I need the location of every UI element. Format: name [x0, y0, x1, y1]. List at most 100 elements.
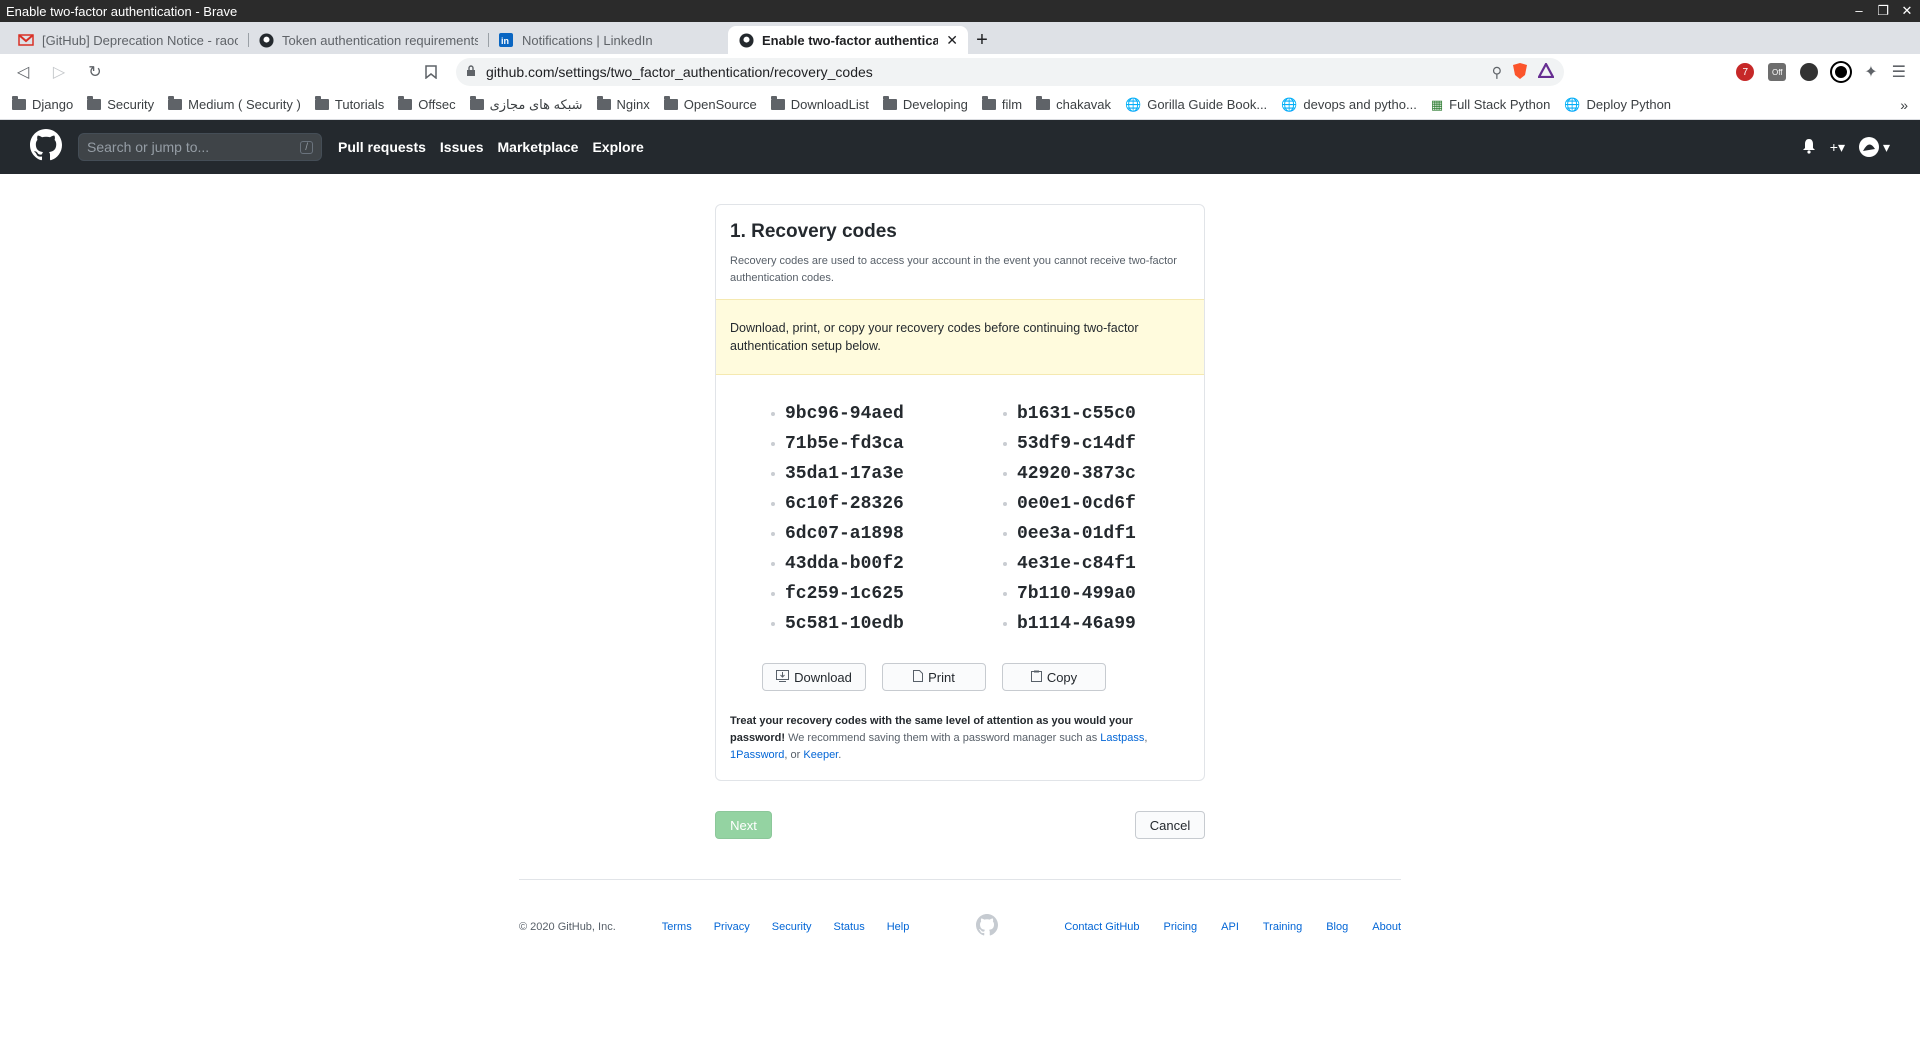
tab-enable-2fa[interactable]: Enable two-factor authentication ✕ [728, 26, 968, 54]
user-avatar[interactable]: ▾ [1858, 137, 1890, 157]
recovery-code: 42920-3873c [1003, 463, 1203, 485]
globe-icon: 🌐 [1281, 96, 1298, 112]
folder-icon [596, 96, 611, 110]
bookmark-full-stack-python[interactable]: ▦ Full Stack Python [1431, 97, 1550, 113]
brave-shields-icon[interactable] [1512, 62, 1528, 83]
brave-rewards-icon[interactable] [1537, 61, 1555, 81]
github-mark-icon[interactable] [975, 914, 998, 939]
create-new-plus-icon[interactable]: +▾ [1830, 139, 1845, 156]
bookmark-chakavak[interactable]: chakavak [1036, 96, 1111, 112]
restore-icon[interactable]: ❐ [1876, 3, 1890, 19]
bookmark-offsec[interactable]: Offsec [398, 96, 456, 112]
footer-link-about[interactable]: About [1372, 921, 1401, 933]
github-nav: Pull requests Issues Marketplace Explore [338, 139, 644, 155]
footer-link-help[interactable]: Help [887, 921, 910, 933]
bookmark-gorilla-guide[interactable]: 🌐 Gorilla Guide Book... [1125, 97, 1267, 113]
folder-icon [981, 96, 996, 110]
recovery-code: b1114-46a99 [1003, 613, 1203, 635]
forward-icon[interactable]: ▷ [44, 57, 74, 87]
nav-issues[interactable]: Issues [440, 139, 484, 155]
clipboard-icon [1030, 670, 1042, 685]
puzzle-icon[interactable]: ✦ [1864, 62, 1877, 82]
bookmark-medium-security[interactable]: Medium ( Security ) [168, 96, 301, 112]
bookmark-devops-python[interactable]: 🌐 devops and pytho... [1281, 97, 1417, 113]
bookmark-developing[interactable]: Developing [882, 96, 968, 112]
window-title: Enable two-factor authentication - Brave [6, 3, 238, 19]
menu-icon[interactable]: ☰ [1892, 62, 1906, 82]
1password-link[interactable]: 1Password [730, 749, 784, 761]
window-titlebar: Enable two-factor authentication - Brave… [0, 0, 1920, 22]
globe-icon: 🌐 [1125, 96, 1142, 112]
nav-explore[interactable]: Explore [592, 139, 643, 155]
footer-link-blog[interactable]: Blog [1326, 921, 1348, 933]
download-button[interactable]: Download [762, 663, 866, 691]
tab-linkedin[interactable]: in Notifications | LinkedIn [488, 26, 728, 54]
github-icon [258, 32, 274, 48]
folder-icon [87, 96, 102, 110]
bookmark-downloadlist[interactable]: DownloadList [770, 96, 869, 112]
bookmarks-bar: Django Security Medium ( Security ) Tuto… [0, 90, 1920, 120]
footer-link-pricing[interactable]: Pricing [1164, 921, 1198, 933]
footer-link-privacy[interactable]: Privacy [714, 921, 750, 933]
cancel-button[interactable]: Cancel [1135, 811, 1205, 839]
tab-github-token[interactable]: Token authentication requirements fo [248, 26, 488, 54]
close-tab-icon[interactable]: ✕ [946, 32, 958, 49]
tab-strip: [GitHub] Deprecation Notice - raoofp Tok… [0, 22, 1920, 54]
print-button[interactable]: Print [882, 663, 986, 691]
recovery-code: 6dc07-a1898 [771, 523, 1003, 545]
nav-marketplace[interactable]: Marketplace [498, 139, 579, 155]
tab-gmail[interactable]: [GitHub] Deprecation Notice - raoofp [8, 26, 248, 54]
zoom-icon[interactable]: ⚲ [1492, 64, 1502, 81]
recovery-code: 4e31e-c84f1 [1003, 553, 1203, 575]
minimize-icon[interactable]: – [1852, 3, 1866, 19]
notifications-bell-icon[interactable] [1802, 138, 1816, 157]
extension-red-icon[interactable]: 7 [1736, 63, 1755, 81]
chevron-right-double-icon[interactable]: » [1900, 97, 1908, 113]
close-window-icon[interactable]: ✕ [1900, 3, 1914, 19]
github-logo-icon[interactable] [30, 128, 62, 166]
lastpass-link[interactable]: Lastpass [1100, 732, 1144, 744]
recovery-code: 9bc96-94aed [771, 403, 1003, 425]
footer-link-contact[interactable]: Contact GitHub [1064, 921, 1139, 933]
github-search-input[interactable]: Search or jump to... / [78, 133, 322, 161]
browser-toolbar: ◁ ▷ ↻ github.com/settings/two_factor_aut… [0, 54, 1920, 90]
footer-copyright: © 2020 GitHub, Inc. [519, 920, 616, 933]
gmail-icon [18, 32, 34, 48]
bookmark-nginx[interactable]: Nginx [596, 96, 650, 112]
address-bar[interactable]: github.com/settings/two_factor_authentic… [456, 58, 1564, 86]
footer-link-training[interactable]: Training [1263, 921, 1302, 933]
nav-pull-requests[interactable]: Pull requests [338, 139, 426, 155]
extension-off-icon[interactable]: Off [1768, 63, 1787, 81]
next-button[interactable]: Next [715, 811, 772, 839]
footer-link-api[interactable]: API [1221, 921, 1239, 933]
footer-link-terms[interactable]: Terms [662, 921, 692, 933]
extension-dark-icon[interactable] [1800, 63, 1819, 81]
folder-icon [314, 96, 329, 110]
bookmark-icon[interactable] [416, 57, 446, 87]
bookmark-deploy-python[interactable]: 🌐 Deploy Python [1564, 97, 1671, 113]
footer-link-status[interactable]: Status [834, 921, 865, 933]
keeper-link[interactable]: Keeper [803, 749, 838, 761]
folder-icon [12, 96, 26, 110]
extension-circle-icon[interactable] [1832, 63, 1851, 81]
linkedin-icon: in [498, 32, 514, 48]
bookmark-security[interactable]: Security [87, 96, 154, 112]
recovery-codes-description: Recovery codes are used to access your a… [730, 255, 1177, 284]
recovery-code: 0ee3a-01df1 [1003, 523, 1203, 545]
reload-icon[interactable]: ↻ [80, 57, 110, 87]
back-icon[interactable]: ◁ [8, 57, 38, 87]
bookmark-film[interactable]: film [981, 96, 1022, 112]
bookmark-social-networks[interactable]: شبکه های مجازی [469, 96, 583, 113]
recovery-code: 5c581-10edb [771, 613, 1003, 635]
svg-text:in: in [501, 36, 509, 46]
site-footer: © 2020 GitHub, Inc. Terms Privacy Securi… [519, 879, 1401, 939]
url-text[interactable]: github.com/settings/two_factor_authentic… [486, 64, 1482, 80]
bookmark-django[interactable]: Django [12, 96, 73, 112]
copy-button[interactable]: Copy [1002, 663, 1106, 691]
tab-label: Enable two-factor authentication [762, 32, 939, 48]
bookmark-opensource[interactable]: OpenSource [663, 96, 757, 112]
new-tab-button[interactable]: + [968, 26, 996, 54]
lock-icon [466, 64, 476, 80]
footer-link-security[interactable]: Security [772, 921, 812, 933]
bookmark-tutorials[interactable]: Tutorials [314, 96, 384, 112]
